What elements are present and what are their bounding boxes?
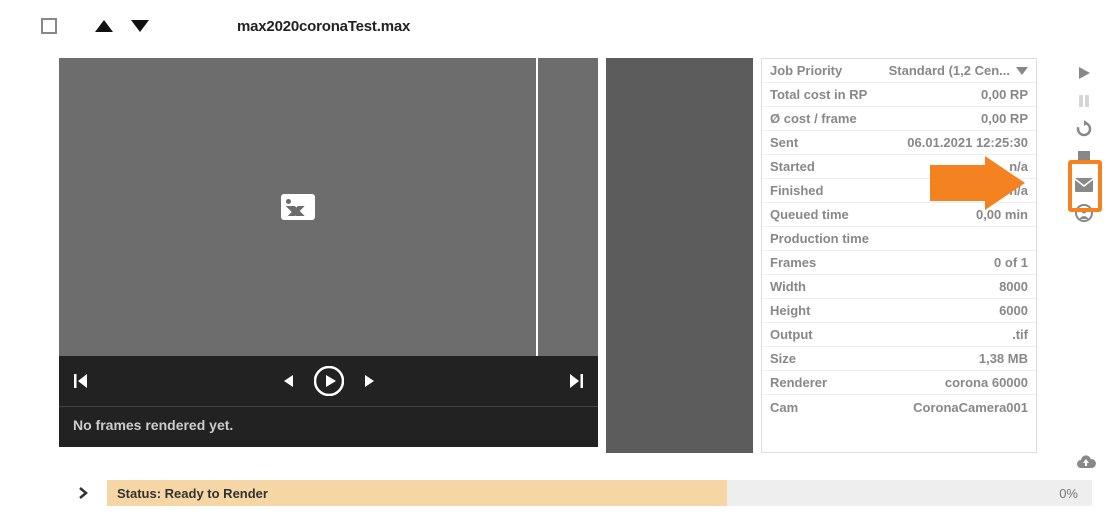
- info-value: .tif: [1012, 327, 1028, 342]
- stop-render-button[interactable]: [1072, 146, 1096, 168]
- cloud-upload-button[interactable]: [1074, 452, 1098, 474]
- info-row: Production time: [762, 227, 1036, 251]
- sort-down-icon[interactable]: [131, 20, 149, 32]
- info-row: Started n/a: [762, 155, 1036, 179]
- info-label: Queued time: [770, 207, 849, 222]
- info-value: 0,00 RP: [981, 111, 1028, 126]
- preview-panel: No frames rendered yet.: [59, 58, 598, 453]
- info-value: 06.01.2021 12:25:30: [907, 135, 1028, 150]
- job-info-panel: Job Priority Standard (1,2 Cen... Total …: [761, 58, 1037, 453]
- thumbnail-strip: [606, 58, 753, 453]
- status-percent: 0%: [1059, 486, 1092, 501]
- info-row: Frames 0 of 1: [762, 251, 1036, 275]
- info-label: Ø cost / frame: [770, 111, 857, 126]
- no-frames-label: No frames rendered yet.: [59, 406, 598, 447]
- info-value: Standard (1,2 Cen...: [889, 63, 1010, 78]
- info-label: Started: [770, 159, 815, 174]
- start-render-button[interactable]: [1072, 62, 1096, 84]
- support-button[interactable]: [1072, 202, 1096, 224]
- info-label: Size: [770, 351, 796, 366]
- status-bar[interactable]: Status: Ready to Render 0%: [59, 480, 1092, 506]
- preview-side: [538, 58, 598, 356]
- info-value: 1,38 MB: [979, 351, 1028, 366]
- info-row: Width 8000: [762, 275, 1036, 299]
- last-frame-button[interactable]: [568, 373, 584, 389]
- select-checkbox[interactable]: [41, 18, 57, 34]
- info-row: Ø cost / frame 0,00 RP: [762, 107, 1036, 131]
- email-notify-button[interactable]: [1072, 174, 1096, 196]
- pause-render-button[interactable]: [1072, 90, 1096, 112]
- info-label: Output: [770, 327, 813, 342]
- info-label: Renderer: [770, 375, 827, 390]
- info-value: 0,00 min: [976, 207, 1028, 222]
- info-row-priority[interactable]: Job Priority Standard (1,2 Cen...: [762, 59, 1036, 83]
- preview-main: [59, 58, 538, 356]
- info-label: Frames: [770, 255, 816, 270]
- status-label: Status: Ready to Render: [117, 486, 268, 501]
- dropdown-icon: [1016, 67, 1028, 75]
- info-row: Cam CoronaCamera001: [762, 395, 1036, 419]
- info-value: 8000: [999, 279, 1028, 294]
- play-button[interactable]: [314, 366, 344, 396]
- info-row: Size 1,38 MB: [762, 347, 1036, 371]
- info-label: Job Priority: [770, 63, 842, 78]
- vertical-toolbar: [1070, 62, 1098, 224]
- playback-controls: [59, 356, 598, 406]
- file-title: max2020coronaTest.max: [237, 18, 410, 35]
- info-label: Production time: [770, 231, 869, 246]
- info-label: Sent: [770, 135, 798, 150]
- info-row: Output .tif: [762, 323, 1036, 347]
- prev-frame-button[interactable]: [282, 374, 296, 388]
- restart-render-button[interactable]: [1072, 118, 1096, 140]
- info-value: 0 of 1: [994, 255, 1028, 270]
- info-label: Width: [770, 279, 806, 294]
- info-label: Height: [770, 303, 810, 318]
- info-row: Queued time 0,00 min: [762, 203, 1036, 227]
- info-row: Finished n/a: [762, 179, 1036, 203]
- info-row: Sent 06.01.2021 12:25:30: [762, 131, 1036, 155]
- info-value: corona 60000: [945, 375, 1028, 390]
- info-value: 0,00 RP: [981, 87, 1028, 102]
- info-row: Height 6000: [762, 299, 1036, 323]
- expand-status-button[interactable]: [59, 480, 107, 506]
- info-label: Finished: [770, 183, 823, 198]
- info-label: Total cost in RP: [770, 87, 867, 102]
- info-value: CoronaCamera001: [913, 400, 1028, 415]
- sort-up-icon[interactable]: [95, 20, 113, 32]
- info-row: Total cost in RP 0,00 RP: [762, 83, 1036, 107]
- info-value: n/a: [1009, 159, 1028, 174]
- first-frame-button[interactable]: [73, 373, 89, 389]
- info-row: Renderer corona 60000: [762, 371, 1036, 395]
- info-value: 6000: [999, 303, 1028, 318]
- info-label: Cam: [770, 400, 798, 415]
- next-frame-button[interactable]: [362, 374, 376, 388]
- info-value: n/a: [1009, 183, 1028, 198]
- image-placeholder-icon: [281, 194, 315, 220]
